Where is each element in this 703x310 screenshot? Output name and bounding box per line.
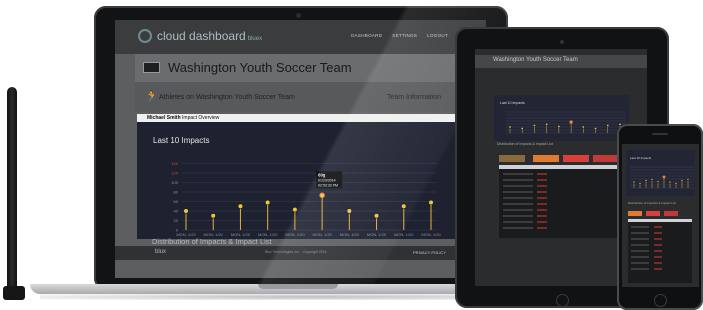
impact-point — [428, 199, 434, 206]
phone-chart-title: Last 10 Impacts — [630, 156, 652, 160]
impact-point — [292, 206, 298, 213]
tablet-home-button — [556, 294, 569, 307]
athletes-tab[interactable]: Athletes on Washington Youth Soccer Team — [159, 94, 295, 101]
impact-point — [594, 126, 598, 130]
impact-point — [638, 182, 642, 185]
y-tick-label: 40 — [174, 209, 179, 214]
tablet-team-header: Washington Youth Soccer Team — [475, 55, 647, 68]
impact-point — [644, 179, 648, 182]
tooltip-line: 01/23/2014 — [318, 178, 336, 182]
impact-point — [569, 120, 573, 124]
phone-filter-buttons — [628, 211, 678, 216]
impact-point — [237, 203, 244, 209]
impact-point — [183, 208, 189, 214]
nav-links: DASHBOARD SETTINGS LOGOUT — [351, 33, 448, 38]
impact-point — [210, 213, 216, 219]
impact-point — [532, 123, 536, 127]
phone-screen: Last 10 Impacts Distribution of Impacts … — [622, 144, 699, 287]
tooltip-line: 60g — [318, 172, 326, 177]
y-tick-label: 120 — [171, 171, 178, 176]
y-tick-label: 60 — [174, 199, 179, 204]
tablet-filter-buttons — [499, 155, 619, 162]
brand-logo[interactable]: cloud dashboard bluex — [157, 29, 262, 43]
phone-impact-panel: Last 10 Impacts — [626, 150, 695, 196]
antenna-base — [3, 286, 25, 300]
impact-point — [401, 203, 407, 209]
impact-point — [686, 177, 690, 181]
tablet-chart-title: Last 10 Impacts — [500, 101, 525, 105]
impact-point — [650, 177, 654, 181]
impact-tooltip: 60g01/23/201402:53:33 PM — [316, 171, 343, 189]
tablet-distribution-title: Distribution of Impacts & Impact List — [497, 142, 553, 146]
tooltip-line: 02:53:33 PM — [318, 183, 338, 187]
tablet-team-title: Washington Youth Soccer Team — [493, 57, 578, 63]
impact-point — [508, 125, 512, 129]
nav-settings[interactable]: SETTINGS — [392, 33, 417, 38]
team-title: Washington Youth Soccer Team — [168, 60, 352, 75]
impact-point — [265, 199, 271, 206]
distribution-title: Distribution of Impacts & Impact List — [152, 237, 272, 246]
phone-speaker — [652, 133, 668, 135]
x-tick-label: MON, 1/20 — [394, 232, 414, 237]
y-tick-label: 20 — [174, 218, 179, 223]
x-tick-label: MON, 1/20 — [367, 232, 387, 237]
team-flag-icon — [143, 62, 160, 73]
impact-point — [632, 180, 636, 184]
privacy-policy-link[interactable]: PRIVACY POLICY — [413, 250, 446, 255]
nav-logout[interactable]: LOGOUT — [427, 33, 448, 38]
laptop-screen: cloud dashboard bluex DASHBOARD SETTINGS … — [115, 20, 486, 278]
impact-chart: 020406080100120140MON, 1/20 MON, 1/20 MON,… — [171, 161, 441, 237]
x-tick-label: MON, 1/20 — [285, 232, 305, 237]
impact-point — [545, 122, 549, 126]
footer: blux Blux Technologies Inc. · Copyright … — [115, 246, 486, 260]
impact-point — [319, 192, 325, 199]
impact-point — [373, 213, 380, 219]
tablet-camera — [560, 40, 564, 44]
x-tick-label: MON, 1/20 — [421, 232, 441, 237]
impact-point — [606, 123, 610, 127]
nav-dashboard[interactable]: DASHBOARD — [351, 33, 382, 38]
phone-impact-table — [628, 219, 692, 283]
top-nav: cloud dashboard bluex DASHBOARD SETTINGS … — [115, 20, 486, 54]
y-tick-label: 140 — [171, 161, 178, 166]
laptop-camera — [296, 13, 301, 18]
team-info-tab[interactable]: Team Information — [387, 94, 441, 101]
tablet-impact-panel: Last 10 Impacts — [494, 95, 629, 141]
footer-logo: blux — [155, 249, 167, 255]
team-header: Washington Youth Soccer Team — [135, 54, 486, 82]
impact-point — [662, 175, 666, 179]
impact-point — [581, 125, 585, 129]
footer-copyright: Blux Technologies Inc. · Copyright 2014 — [265, 250, 327, 254]
impact-point — [674, 182, 678, 185]
impact-point — [668, 180, 672, 184]
x-tick-label: MON, 1/20 — [340, 232, 360, 237]
impact-point — [346, 208, 352, 214]
runner-icon: 🏃 — [145, 91, 159, 103]
impact-overview-panel: Michael Smith Impact Overview Last 10 Im… — [137, 114, 486, 239]
impact-point — [520, 126, 524, 130]
phone-home-button — [654, 294, 667, 307]
impact-point — [557, 125, 561, 129]
antenna — [7, 87, 17, 300]
impact-point — [656, 180, 660, 183]
phone-distribution-title: Distribution of Impacts & Impact List — [628, 201, 676, 205]
tablet-impact-table — [499, 165, 627, 238]
impact-point — [680, 179, 684, 182]
y-tick-label: 80 — [174, 190, 179, 195]
x-tick-label: MON, 1/20 — [312, 232, 332, 237]
cloud-icon — [138, 29, 152, 43]
laptop-notch — [258, 284, 338, 289]
athlete-tabs: 🏃 Athletes on Washington Youth Soccer Te… — [135, 82, 486, 112]
y-tick-label: 100 — [171, 180, 178, 185]
